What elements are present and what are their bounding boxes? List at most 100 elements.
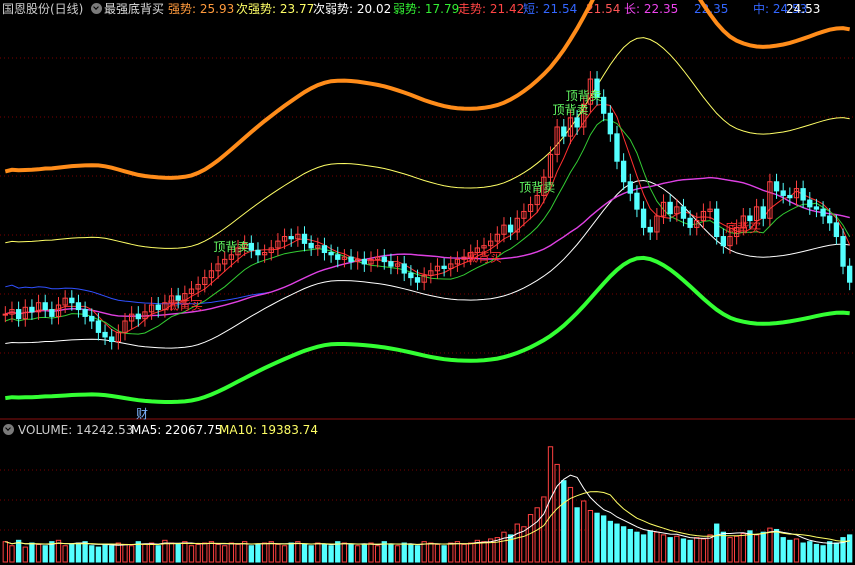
volume-bar bbox=[680, 538, 687, 563]
candle-body bbox=[840, 236, 846, 267]
volume-bar bbox=[847, 534, 853, 563]
volume-bar bbox=[587, 509, 594, 563]
volume-bar bbox=[368, 542, 374, 563]
volume-bar bbox=[481, 541, 487, 563]
volume-bar bbox=[235, 543, 241, 563]
signal-label: 顶背卖 bbox=[566, 89, 602, 103]
candle-body bbox=[760, 206, 766, 219]
candle-body bbox=[614, 133, 620, 162]
volume-bar bbox=[461, 543, 467, 563]
candle-body bbox=[807, 199, 813, 208]
volume-bar bbox=[295, 541, 301, 563]
volume-bar bbox=[807, 541, 813, 563]
volume-bar bbox=[408, 543, 414, 563]
volume-bar bbox=[601, 515, 607, 563]
signal-label: 底背买 bbox=[167, 298, 203, 313]
volume-bar bbox=[747, 530, 753, 563]
candle-body bbox=[308, 242, 314, 249]
volume-bar bbox=[501, 531, 507, 563]
volume-bar bbox=[753, 534, 760, 563]
candle-body bbox=[647, 226, 653, 233]
volume-bar bbox=[534, 507, 540, 563]
volume-bar bbox=[361, 543, 368, 563]
candle-body bbox=[561, 126, 567, 137]
volume-bar bbox=[222, 545, 228, 563]
candle-body bbox=[102, 331, 108, 338]
volume-bar bbox=[454, 541, 461, 563]
candle-body bbox=[607, 112, 613, 135]
candle-body bbox=[29, 306, 35, 313]
candle-body bbox=[780, 190, 786, 196]
volume-bar bbox=[674, 535, 680, 563]
volume-bar bbox=[9, 545, 15, 563]
volume-bar bbox=[228, 542, 235, 563]
volume-bar bbox=[574, 507, 580, 563]
candle-body bbox=[627, 181, 633, 194]
volume-bar bbox=[554, 463, 560, 563]
candle-body bbox=[507, 224, 514, 233]
volume-value: VOLUME: 14242.53 bbox=[18, 423, 134, 437]
candle-body bbox=[574, 117, 580, 128]
volume-bar bbox=[594, 512, 600, 563]
volume-bar bbox=[374, 545, 381, 563]
volume-bar bbox=[527, 514, 534, 563]
candle-body bbox=[135, 313, 141, 320]
volume-bar bbox=[733, 535, 740, 563]
volume-bar bbox=[15, 539, 22, 563]
volume-bar bbox=[441, 545, 447, 563]
volume-bar bbox=[69, 543, 75, 563]
volume-bar bbox=[275, 543, 281, 563]
strong-band-line bbox=[4, 0, 851, 180]
volume-bar bbox=[767, 527, 773, 563]
volume-bar bbox=[541, 496, 547, 563]
volume-bar bbox=[168, 542, 175, 563]
volume-bar bbox=[687, 539, 693, 563]
volume-bar bbox=[42, 545, 48, 563]
candle-body bbox=[667, 201, 673, 215]
volume-bar bbox=[793, 538, 800, 563]
volume-bar bbox=[394, 545, 401, 563]
volume-bar bbox=[813, 543, 820, 563]
candle-body bbox=[787, 194, 793, 199]
volume-bar bbox=[494, 537, 500, 563]
candle-body bbox=[401, 263, 407, 274]
second-strong-band-line bbox=[5, 37, 850, 249]
volume-bar bbox=[694, 537, 700, 563]
signal-label: 顶背卖 bbox=[213, 240, 249, 254]
volume-bar bbox=[820, 545, 826, 563]
chevron-down-icon[interactable] bbox=[3, 424, 14, 435]
candle-body bbox=[361, 258, 368, 265]
volume-bar bbox=[215, 543, 221, 563]
candle-body bbox=[388, 261, 394, 267]
candle-body bbox=[687, 217, 693, 228]
volume-bar bbox=[827, 541, 833, 563]
candle-body bbox=[288, 236, 294, 240]
signal-label: 底背买 bbox=[466, 250, 502, 265]
volume-bar bbox=[155, 545, 161, 563]
volume-bar bbox=[647, 530, 653, 563]
volume-ma5: MA5: 22067.75 bbox=[131, 423, 223, 437]
signal-label: 底背买 bbox=[725, 220, 761, 235]
volume-bar bbox=[148, 542, 155, 563]
finance-marker: 财 bbox=[136, 407, 149, 421]
volume-bar bbox=[115, 542, 122, 563]
candle-body bbox=[321, 245, 328, 254]
volume-bar bbox=[102, 543, 108, 563]
candle-body bbox=[680, 206, 687, 219]
volume-bar bbox=[255, 543, 261, 563]
volume-bar bbox=[421, 541, 427, 563]
volume-bar bbox=[640, 534, 647, 563]
volume-bar bbox=[301, 543, 308, 563]
candle-body bbox=[328, 252, 334, 256]
volume-bar bbox=[35, 543, 42, 563]
volume-bar bbox=[22, 546, 28, 563]
volume-bar bbox=[202, 542, 208, 563]
volume-bar bbox=[109, 545, 115, 563]
volume-bar bbox=[182, 541, 188, 563]
candle-body bbox=[381, 256, 387, 263]
volume-bar bbox=[667, 537, 673, 563]
volume-bar bbox=[248, 545, 254, 563]
volume-bar bbox=[355, 545, 361, 563]
volume-bar bbox=[2, 541, 8, 563]
candle-body bbox=[301, 233, 308, 244]
